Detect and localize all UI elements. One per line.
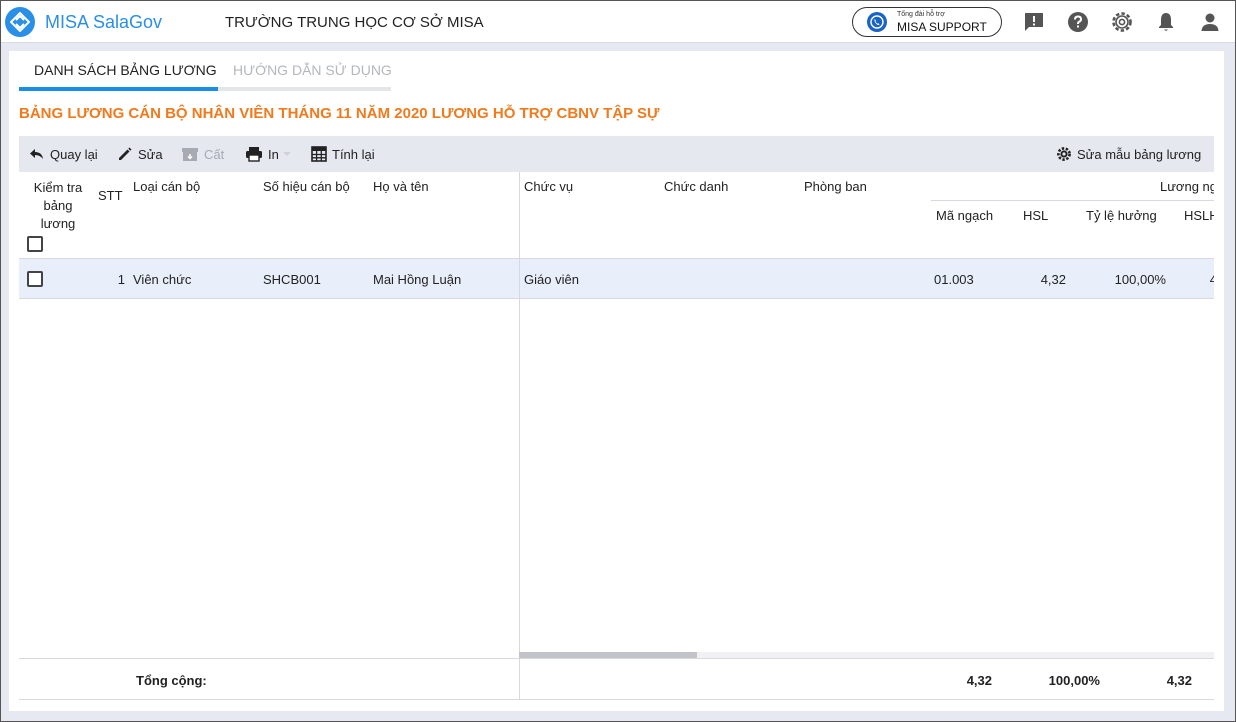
edit-label: Sửa: [138, 146, 163, 162]
pencil-icon: [119, 147, 132, 160]
page-title: BẢNG LƯƠNG CÁN BỘ NHÂN VIÊN THÁNG 11 NĂM…: [19, 105, 660, 122]
group-header-divider: [931, 200, 1214, 201]
col-header-rate[interactable]: Tỷ lệ hưởng: [1086, 208, 1157, 223]
top-bar: MISA SalaGov TRƯỜNG TRUNG HỌC CƠ SỞ MISA…: [1, 1, 1235, 43]
table-row[interactable]: 1 Viên chức SHCB001 Mai Hồng Luận Giáo v…: [19, 259, 1214, 299]
tab-salary-list[interactable]: DANH SÁCH BẢNG LƯƠNG: [19, 51, 232, 91]
frozen-column-divider: [519, 172, 520, 700]
cell-stt: 1: [117, 272, 125, 287]
feedback-icon[interactable]: [1022, 10, 1046, 34]
gear-icon: [1057, 147, 1071, 161]
col-header-staff-type[interactable]: Loại cán bộ: [133, 179, 200, 194]
organization-name: TRƯỜNG TRUNG HỌC CƠ SỞ MISA: [225, 14, 484, 31]
store-label: Cất: [204, 146, 225, 162]
cell-staff-code: SHCB001: [263, 272, 321, 287]
col-header-full-name[interactable]: Họ và tên: [373, 179, 429, 194]
cell-hslh: 4: [1169, 272, 1214, 287]
cell-position: Giáo viên: [524, 272, 579, 287]
support-label: MISA SUPPORT: [897, 20, 987, 34]
store-button[interactable]: Cất: [181, 136, 224, 172]
print-label: In: [268, 146, 279, 162]
user-icon[interactable]: [1198, 10, 1222, 34]
toolbar: Quay lại Sửa Cất In Tính lại Sửa mẫu bản…: [19, 136, 1214, 172]
support-button[interactable]: Tổng đài hỗ trợ MISA SUPPORT: [852, 7, 1002, 37]
row-checkbox[interactable]: [27, 271, 43, 287]
col-header-hslh[interactable]: HSLH: [1184, 208, 1214, 223]
cell-full-name: Mai Hồng Luận: [373, 272, 462, 287]
cell-staff-type: Viên chức: [133, 272, 192, 287]
undo-icon: [30, 149, 43, 159]
totals-label: Tổng cộng:: [136, 673, 207, 688]
phone-icon: [867, 12, 887, 32]
cell-grade-code: 01.003: [934, 272, 974, 287]
app-window: MISA SalaGov TRƯỜNG TRUNG HỌC CƠ SỞ MISA…: [0, 0, 1236, 722]
print-button[interactable]: In: [245, 136, 297, 172]
totals-row: Tổng cộng: 4,32 100,00% 4,32: [19, 658, 1214, 700]
back-label: Quay lại: [50, 146, 98, 162]
back-button[interactable]: Quay lại: [29, 136, 98, 172]
archive-icon: [182, 148, 198, 161]
edit-template-label: Sửa mẫu bảng lương: [1077, 146, 1202, 162]
col-header-title[interactable]: Chức danh: [664, 179, 728, 194]
col-header-department[interactable]: Phòng ban: [804, 179, 867, 194]
chevron-down-icon: [282, 152, 291, 156]
edit-button[interactable]: Sửa: [117, 136, 163, 172]
recalculate-label: Tính lại: [332, 146, 375, 162]
help-icon[interactable]: [1066, 10, 1090, 34]
cell-rate: 100,00%: [1114, 272, 1166, 287]
total-hslh: 4,32: [1166, 673, 1192, 688]
tab-user-guide[interactable]: HƯỚNG DẪN SỬ DỤNG: [218, 51, 392, 91]
col-header-stt: STT: [98, 188, 123, 203]
footer-divider: [519, 659, 520, 699]
edit-template-button[interactable]: Sửa mẫu bảng lương: [1056, 136, 1201, 172]
col-header-group-salary: Lương ng: [1160, 179, 1214, 194]
cell-hsl: 4,32: [1040, 272, 1066, 287]
settings-icon[interactable]: [1110, 10, 1134, 34]
select-all-checkbox[interactable]: [27, 236, 43, 252]
support-caption: Tổng đài hỗ trợ: [897, 11, 945, 18]
recalculate-button[interactable]: Tính lại: [311, 136, 375, 172]
col-header-staff-code[interactable]: Số hiệu cán bộ: [263, 179, 350, 194]
main-content: DANH SÁCH BẢNG LƯƠNG HƯỚNG DẪN SỬ DỤNG B…: [9, 51, 1224, 711]
total-rate: 100,00%: [1048, 673, 1100, 688]
salary-table: Kiểm tra bảng lương STT Loại cán bộ Số h…: [19, 172, 1214, 700]
app-name: MISA SalaGov: [45, 12, 163, 32]
misa-logo-icon[interactable]: [5, 7, 35, 37]
notification-icon[interactable]: [1154, 10, 1178, 34]
total-hsl: 4,32: [966, 673, 992, 688]
printer-icon: [246, 147, 262, 162]
col-header-hsl[interactable]: HSL: [1023, 208, 1048, 223]
calculator-icon: [311, 146, 327, 162]
col-header-position[interactable]: Chức vụ: [524, 179, 573, 194]
col-header-grade-code[interactable]: Mã ngạch: [936, 208, 993, 223]
col-header-check: Kiểm tra bảng lương: [33, 180, 83, 231]
